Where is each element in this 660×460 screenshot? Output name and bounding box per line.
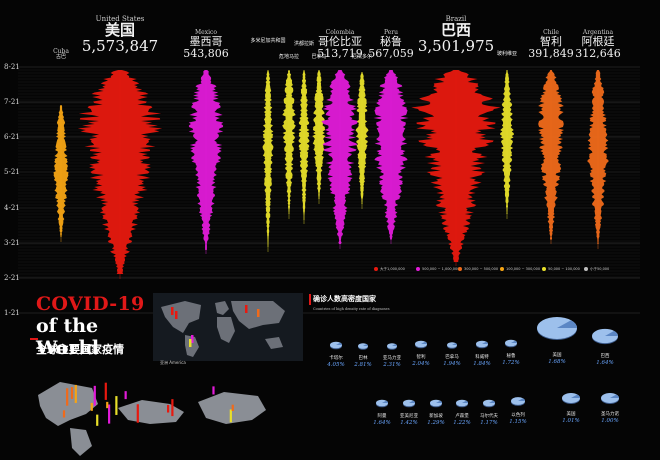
density-item: 圣马力诺 1.00% — [601, 412, 619, 424]
density-item: 巴林 2.81% — [354, 356, 372, 368]
density-percent: 1.00% — [601, 417, 619, 424]
density-item: 马尔代夫 1.17% — [480, 414, 498, 426]
density-item: 亚马力亚 2.31% — [383, 356, 401, 368]
density-percent: 2.04% — [412, 360, 430, 367]
infographic: 8-21 7-21 6-21 5-21 4-21 3-21 2-21 1-21 Cuba 古巴 U… — [0, 0, 660, 460]
density-percent: 1.22% — [453, 419, 471, 426]
density-percent: 1.42% — [400, 419, 418, 426]
density-percent: 1.64% — [373, 419, 391, 426]
density-percent: 1.72% — [502, 359, 520, 366]
density-percent: 1.94% — [443, 360, 461, 367]
density-percent: 1.68% — [548, 358, 566, 365]
density-percent: 1.64% — [596, 359, 614, 366]
density-percent: 1.15% — [509, 418, 527, 425]
density-item: 美国 1.68% — [548, 353, 566, 365]
density-item: 科威特 1.84% — [473, 355, 491, 367]
density-percent: 2.81% — [354, 361, 372, 368]
density-percent: 1.01% — [562, 417, 580, 424]
density-item: 亚美尼亚 1.42% — [400, 414, 418, 426]
density-percent: 1.29% — [427, 419, 445, 426]
density-percent: 4.05% — [327, 361, 345, 368]
density-item: 美国 1.01% — [562, 412, 580, 424]
density-item: 新加坡 1.29% — [427, 414, 445, 426]
density-item: 卡塔尔 4.05% — [327, 356, 345, 368]
density-pies — [330, 317, 619, 408]
density-percent: 1.84% — [473, 360, 491, 367]
density-item: 智利 2.04% — [412, 355, 430, 367]
density-item: 阿曼 1.64% — [373, 414, 391, 426]
density-item: 巴拿马 1.94% — [443, 355, 461, 367]
density-item: 以色列 1.15% — [509, 413, 527, 425]
density-percent: 2.31% — [383, 361, 401, 368]
density-percent: 1.17% — [480, 419, 498, 426]
density-item: 卢森堡 1.22% — [453, 414, 471, 426]
density-item: 巴西 1.64% — [596, 354, 614, 366]
density-item: 秘鲁 1.72% — [502, 354, 520, 366]
